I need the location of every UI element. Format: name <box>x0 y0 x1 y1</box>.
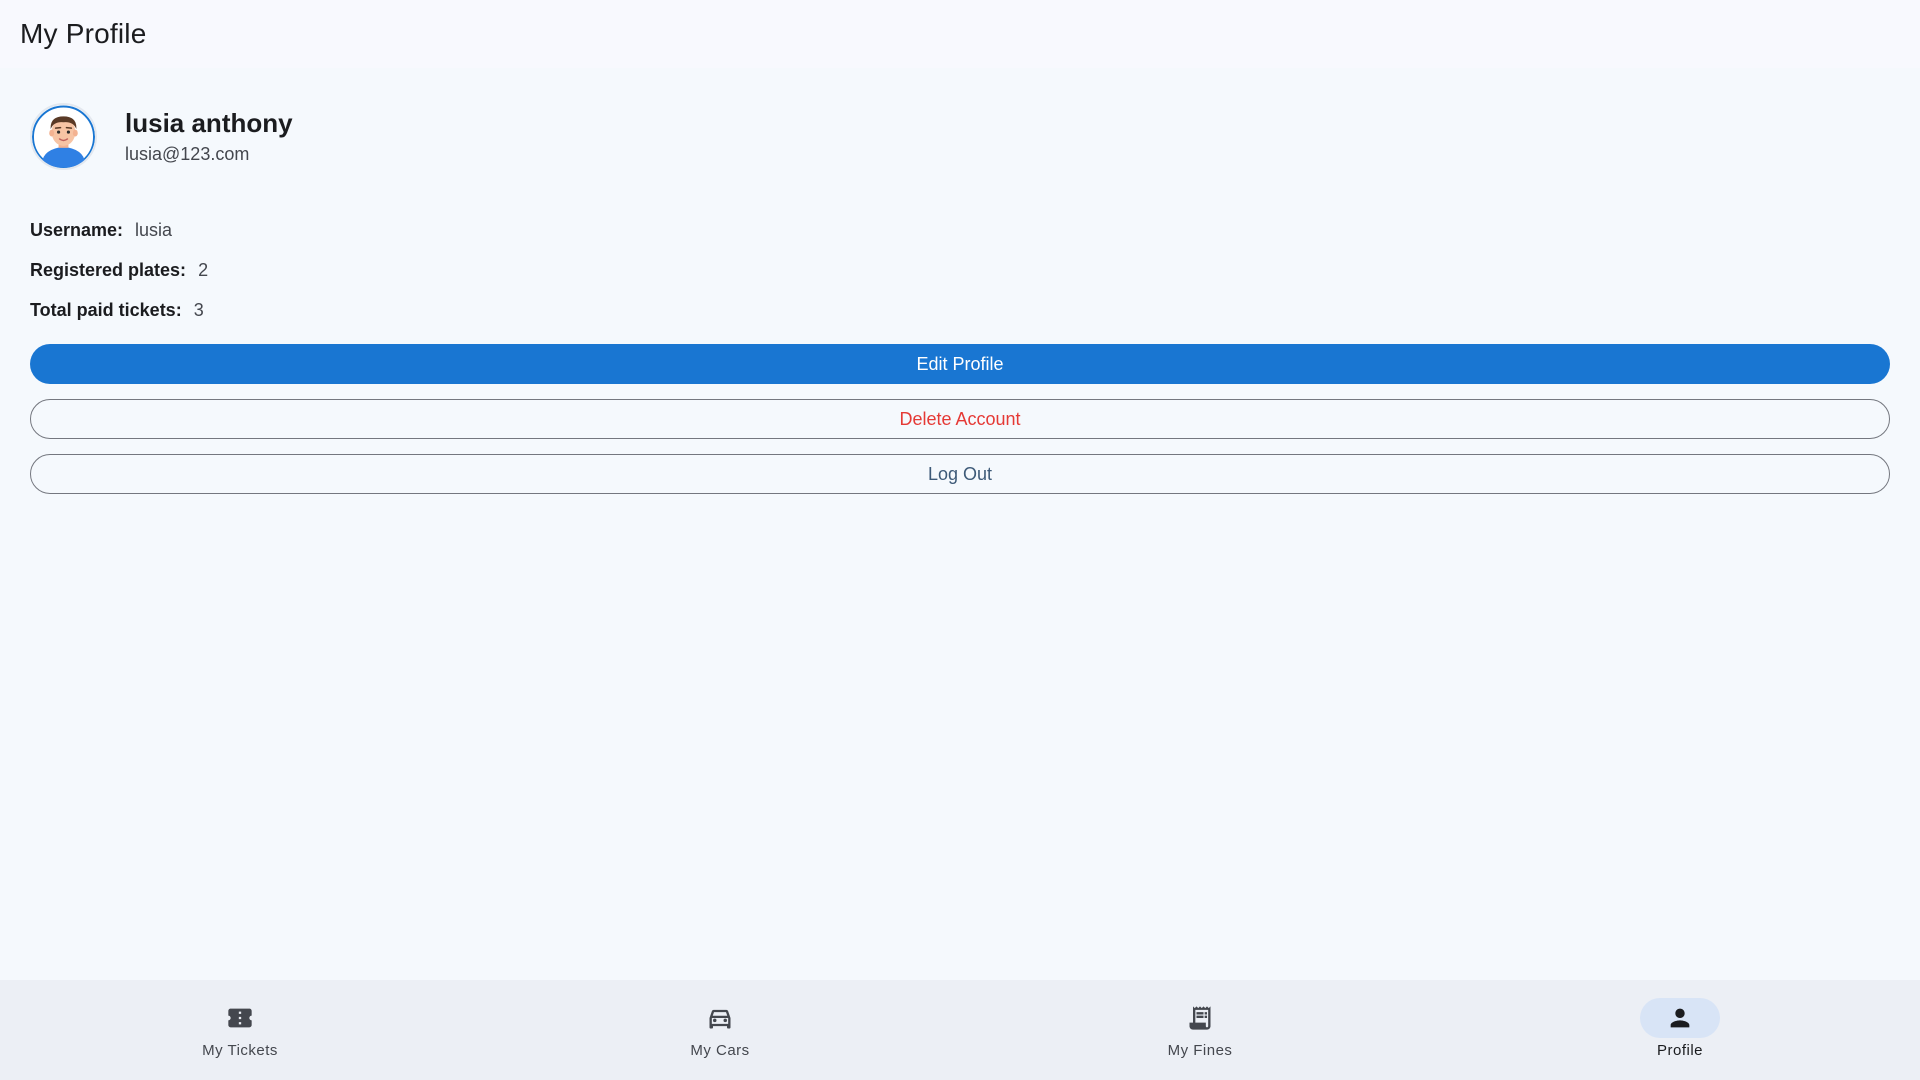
avatar <box>30 103 97 170</box>
info-row-registered-plates: Registered plates: 2 <box>30 258 1890 282</box>
info-label: Total paid tickets: <box>30 299 182 320</box>
nav-icon-container <box>680 998 760 1038</box>
profile-info-list: Username: lusia Registered plates: 2 Tot… <box>30 218 1890 322</box>
nav-label: My Tickets <box>202 1042 278 1059</box>
info-label: Username: <box>30 219 124 240</box>
nav-label: My Cars <box>690 1042 750 1059</box>
page-title: My Profile <box>20 18 147 49</box>
delete-account-button[interactable]: Delete Account <box>30 399 1890 439</box>
info-value: 3 <box>193 299 204 320</box>
nav-item-profile[interactable]: Profile <box>1440 980 1920 1080</box>
profile-header: lusia anthony lusia@123.com <box>30 103 1890 170</box>
nav-icon-container <box>200 998 280 1038</box>
info-value: 2 <box>198 259 209 280</box>
nav-active-indicator <box>1640 998 1720 1038</box>
receipt-icon <box>1189 1006 1211 1030</box>
car-icon <box>709 1009 731 1029</box>
nav-icon-container <box>1160 998 1240 1038</box>
person-icon <box>1670 1008 1690 1028</box>
info-row-total-paid-tickets: Total paid tickets: 3 <box>30 298 1890 322</box>
profile-email: lusia@123.com <box>125 143 250 164</box>
profile-actions: Edit Profile Delete Account Log Out <box>30 344 1890 494</box>
nav-item-my-fines[interactable]: My Fines <box>960 980 1440 1080</box>
log-out-button[interactable]: Log Out <box>30 454 1890 494</box>
nav-label: My Fines <box>1167 1042 1233 1059</box>
nav-item-my-cars[interactable]: My Cars <box>480 980 960 1080</box>
info-value: lusia <box>135 219 173 240</box>
app-bar: My Profile <box>0 0 1920 68</box>
bottom-navigation: My Tickets My Cars My Fines Profile <box>0 980 1920 1080</box>
edit-profile-button[interactable]: Edit Profile <box>30 344 1890 384</box>
info-label: Registered plates: <box>30 259 187 280</box>
nav-label: Profile <box>1656 1042 1704 1059</box>
ticket-icon <box>228 1008 252 1028</box>
profile-content: lusia anthony lusia@123.com Username: lu… <box>0 68 1920 980</box>
app-root: My Profile lusia anthony lusia@123.com U… <box>0 0 1920 1080</box>
nav-item-my-tickets[interactable]: My Tickets <box>0 980 480 1080</box>
info-row-username: Username: lusia <box>30 218 1890 242</box>
user-avatar-icon <box>32 105 95 168</box>
profile-name: lusia anthony <box>125 107 293 138</box>
profile-names: lusia anthony lusia@123.com <box>125 107 293 167</box>
